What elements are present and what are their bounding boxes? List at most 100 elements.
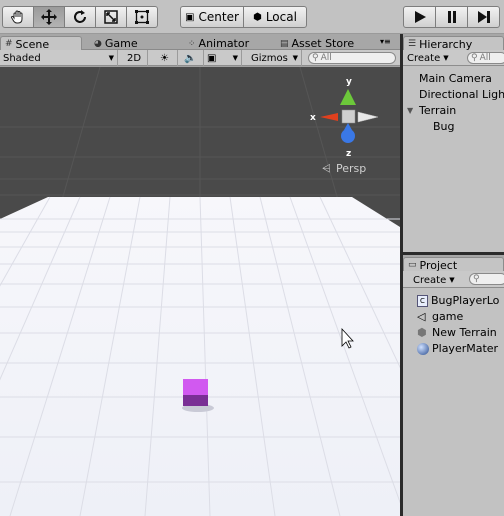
gizmo-x-label: x [310, 113, 316, 123]
project-item-label: BugPlayerLo [431, 294, 500, 307]
mode-2d-label: 2D [126, 52, 142, 64]
hierarchy-item-terrain[interactable]: Terrain [419, 104, 456, 117]
project-item-label: PlayerMater [432, 342, 499, 355]
move-tool-button[interactable] [33, 6, 65, 28]
pivot-label: Center [198, 10, 239, 24]
scene-search-input[interactable]: ⚲ All [308, 52, 396, 64]
pivot-center-toggle[interactable]: ▣ Center [180, 6, 244, 28]
search-icon: ⚲ [473, 274, 480, 284]
project-item-label: game [432, 310, 464, 323]
gizmo-z-label: z [346, 149, 351, 159]
shading-mode-label: Shaded [3, 52, 41, 64]
project-item-game[interactable]: ◁ game [417, 310, 463, 323]
scene-viewport[interactable]: y x z ⩤ Persp [0, 67, 400, 516]
tab-hierarchy[interactable]: ☰ Hierarchy [403, 36, 504, 51]
project-title: Project [419, 258, 458, 272]
main-toolbar: ▣ Center ⬢ Local [0, 0, 504, 34]
project-create-label: Create [413, 274, 447, 286]
play-button[interactable] [403, 6, 436, 28]
scene-search-placeholder: All [320, 53, 332, 63]
play-icon [414, 11, 426, 23]
gizmo-center-cube[interactable] [341, 109, 356, 124]
move-arrows-icon [41, 9, 57, 25]
animator-icon: ⁘ [188, 38, 196, 49]
cube-icon: ⬢ [417, 326, 427, 339]
pause-icon [447, 11, 456, 23]
sun-icon: ☀ [160, 52, 169, 64]
hierarchy-search-input[interactable]: ⚲ All [467, 52, 504, 64]
hierarchy-create-dropdown[interactable]: Create ▼ [407, 51, 449, 65]
hierarchy-item-directional-light[interactable]: Directional Ligh [419, 88, 504, 101]
gizmos-label: Gizmos [251, 52, 288, 64]
search-icon: ⚲ [471, 53, 478, 63]
scale-icon [104, 10, 118, 24]
scale-tool-button[interactable] [95, 6, 127, 28]
projection-label[interactable]: Persp [336, 162, 366, 175]
projection-arrow-icon: ⩤ [322, 162, 331, 175]
hierarchy-toolbar: Create ▼ ⚲ All [403, 50, 504, 66]
step-icon [477, 11, 490, 23]
cube-front-face [183, 395, 208, 406]
sphere-icon [417, 342, 429, 355]
project-tab-strip: ▭ Project [403, 255, 504, 272]
search-icon: ⚲ [312, 53, 319, 63]
gizmo-y-label: y [346, 77, 352, 87]
hierarchy-item-main-camera[interactable]: Main Camera [419, 72, 492, 85]
hierarchy-title: Hierarchy [419, 37, 473, 51]
gizmos-dropdown[interactable]: Gizmos ▼ [248, 50, 302, 66]
hierarchy-search-placeholder: All [479, 53, 491, 63]
scene-canvas[interactable]: y x z ⩤ Persp [0, 67, 400, 516]
rotate-icon [74, 10, 86, 23]
bag-icon: ▤ [280, 38, 289, 49]
hierarchy-item-bug[interactable]: Bug [433, 120, 455, 133]
pause-button[interactable] [435, 6, 468, 28]
grid-icon: # [5, 39, 13, 49]
hierarchy-icon: ☰ [408, 39, 417, 49]
tab-scene-label: Scene [15, 37, 50, 51]
chevron-down-icon: ▼ [108, 54, 114, 62]
effects-dropdown[interactable]: ▣ ▼ [204, 50, 242, 66]
mode-2d-toggle[interactable]: 2D [121, 50, 148, 66]
folder-icon: ▭ [408, 260, 417, 270]
unity-icon: ◁ [417, 310, 426, 323]
scene-tab-strip: # Scene ◕ Game ⁘ Animator ▤ Asset Store … [0, 34, 400, 51]
lighting-toggle[interactable]: ☀ [152, 50, 178, 66]
chevron-down-icon: ▼ [449, 276, 455, 284]
chevron-down-icon: ▼ [232, 54, 238, 62]
rotate-tool-button[interactable] [64, 6, 96, 28]
project-toolbar: Create ▼ ⚲ [403, 271, 504, 288]
tab-asset-store[interactable]: ▤ Asset Store [276, 36, 358, 51]
hierarchy-panel: Create ▼ ⚲ All Main Camera Directional L… [403, 50, 504, 252]
project-search-input[interactable]: ⚲ [469, 273, 504, 285]
panel-menu-icon[interactable]: ▾≡ [380, 37, 391, 46]
tab-game[interactable]: ◕ Game [90, 36, 142, 51]
expand-triangle-icon[interactable]: ▼ [407, 106, 413, 115]
gizmo-z-cone[interactable] [341, 129, 355, 143]
pivot-icon: ▣ [185, 11, 195, 23]
space-label: Local [265, 10, 297, 24]
script-icon: C [417, 294, 428, 307]
project-item-bugplayerlo[interactable]: C BugPlayerLo [417, 294, 499, 307]
tab-project[interactable]: ▭ Project [403, 257, 504, 272]
audio-toggle[interactable]: 🔈 [178, 50, 204, 66]
space-local-toggle[interactable]: ⬢ Local [243, 6, 307, 28]
hand-icon [11, 10, 23, 24]
hierarchy-create-label: Create [407, 52, 441, 64]
tab-animator[interactable]: ⁘ Animator [184, 36, 253, 51]
rect-transform-icon [135, 10, 149, 24]
tab-asset-store-label: Asset Store [291, 37, 355, 50]
chevron-down-icon: ▼ [443, 54, 449, 62]
project-create-dropdown[interactable]: Create ▼ [413, 273, 455, 287]
project-item-playermater[interactable]: PlayerMater [417, 342, 498, 355]
rect-tool-button[interactable] [126, 6, 158, 28]
cube-top-face [183, 379, 208, 397]
project-item-new-terrain[interactable]: ⬢ New Terrain [417, 326, 497, 339]
pacman-icon: ◕ [94, 38, 102, 49]
step-button[interactable] [467, 6, 500, 28]
project-panel: Create ▼ ⚲ C BugPlayerLo ◁ game ⬢ New Te… [403, 271, 504, 516]
hand-tool-button[interactable] [2, 6, 34, 28]
tab-scene[interactable]: # Scene [0, 36, 82, 51]
hierarchy-tab-strip: ☰ Hierarchy [403, 34, 504, 51]
shading-mode-dropdown[interactable]: Shaded ▼ [0, 50, 118, 66]
tab-game-label: Game [104, 37, 138, 50]
